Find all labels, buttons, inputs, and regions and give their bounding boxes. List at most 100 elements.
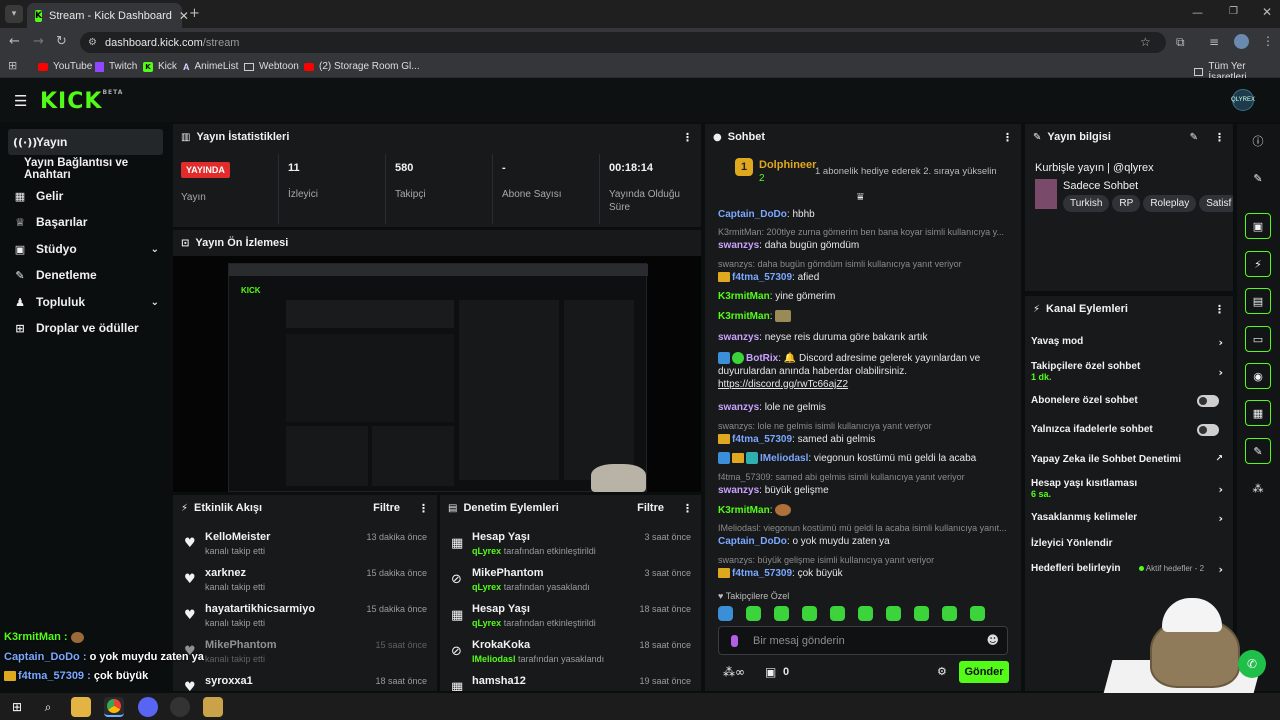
banned-words-row[interactable]: Yasaklanmış kelimeler › — [1031, 512, 1227, 525]
bookmark-twitch[interactable]: Twitch — [95, 61, 137, 72]
discord-icon[interactable] — [138, 697, 158, 717]
sidebar-item-basarilar[interactable]: ♕ Başarılar — [8, 209, 163, 235]
emote-icon[interactable] — [886, 606, 901, 621]
emote-only-toggle[interactable] — [1197, 424, 1219, 436]
chat-user[interactable]: swanzys — [718, 240, 759, 251]
list-item[interactable]: ▦ hamsha12 19 saat önce — [440, 671, 701, 691]
broadcast-icon[interactable]: ◉ — [1245, 363, 1271, 389]
panel-menu-icon[interactable]: ⋮ — [1002, 131, 1013, 144]
list-item[interactable]: ♥ KelloMeister kanalı takip etti 13 dakika … — [173, 527, 437, 563]
viewer-redirect-row[interactable]: İzleyici Yönlendir — [1031, 538, 1227, 549]
windows-start-icon[interactable]: ⊞ — [7, 697, 27, 717]
bookmark-webtoon[interactable]: Webtoon — [244, 61, 299, 72]
edit-icon[interactable]: ✎ — [1190, 132, 1198, 143]
subscribers-chat-row[interactable]: Abonelere özel sohbet — [1031, 395, 1227, 407]
chat-user[interactable]: f4tma_57309 — [732, 434, 792, 445]
emote-icon[interactable] — [746, 606, 761, 621]
search-icon[interactable]: ⌕ — [38, 697, 58, 717]
pinned-user[interactable]: Dolphineer — [759, 159, 816, 171]
browser-tab[interactable]: K Stream - Kick Dashboard ✕ — [27, 3, 189, 28]
chat-icon[interactable]: ▭ — [1245, 326, 1271, 352]
discord-link[interactable]: https://discord.gg/rwTc66ajZ2 — [718, 379, 848, 390]
bookmark-storage-room[interactable]: (2) Storage Room Gl... — [304, 61, 420, 72]
panel-menu-icon[interactable]: ⋮ — [1214, 131, 1225, 144]
chat-user[interactable]: swanzys — [718, 485, 759, 496]
panel-menu-icon[interactable]: ⋮ — [418, 502, 429, 515]
mic-icon[interactable] — [731, 635, 738, 647]
filter-button[interactable]: Filtre — [637, 502, 664, 514]
gift-icon[interactable]: ▣ — [765, 665, 776, 679]
profile-avatar[interactable] — [1234, 34, 1249, 49]
pencil-icon[interactable]: ✎ — [1245, 165, 1271, 191]
back-icon[interactable]: ← — [9, 34, 20, 49]
send-button[interactable]: Gönder — [959, 661, 1009, 683]
tab-search-icon[interactable]: ▾ — [5, 5, 23, 23]
league-icon[interactable] — [203, 697, 223, 717]
user-avatar[interactable]: QLYREX — [1231, 89, 1255, 111]
url-field[interactable]: ⚙ dashboard.kick.com/stream ☆ — [80, 32, 1166, 53]
minimize-icon[interactable]: — — [1192, 6, 1203, 19]
sidebar-item-gelir[interactable]: ▦ Gelir — [8, 183, 163, 209]
bookmark-youtube[interactable]: YouTube — [38, 61, 92, 72]
chat-input[interactable]: Bir mesaj gönderin ☻ — [718, 626, 1008, 655]
sidebar-item-droplar[interactable]: ⊞ Droplar ve ödüller — [8, 315, 163, 341]
ai-moderation-row[interactable]: Yapay Zeka ile Sohbet Denetimi ↗ — [1031, 454, 1227, 465]
tag-chip[interactable]: Turkish — [1063, 195, 1110, 212]
forward-icon[interactable]: → — [33, 34, 44, 49]
chat-user[interactable]: Captain_DoDo — [718, 209, 787, 220]
settings-gear-icon[interactable]: ⚙ — [937, 665, 947, 678]
new-tab-icon[interactable]: + — [189, 6, 200, 21]
emote-only-row[interactable]: Yalnızca ifadelerle sohbet — [1031, 424, 1227, 436]
emote-icon[interactable] — [802, 606, 817, 621]
emoji-icon[interactable]: ☻ — [986, 633, 999, 647]
chat-user[interactable]: K3rmitMan — [718, 291, 770, 302]
chat-user[interactable]: f4tma_57309 — [732, 568, 792, 579]
obs-icon[interactable] — [170, 697, 190, 717]
hamburger-menu-icon[interactable]: ☰ — [14, 92, 27, 110]
category-thumbnail[interactable] — [1035, 179, 1057, 209]
sidebar-item-studyo[interactable]: ▣ Stüdyo ⌄ — [8, 236, 163, 262]
document-icon[interactable]: ▤ — [1245, 288, 1271, 314]
panel-menu-icon[interactable]: ⋮ — [1214, 303, 1225, 316]
tag-chip[interactable]: Satisf — [1199, 195, 1233, 212]
emote-icon[interactable] — [970, 606, 985, 621]
clip-icon[interactable]: ▣ — [1245, 213, 1271, 239]
sidebar-item-denetleme[interactable]: ✎ Denetleme — [8, 262, 163, 288]
reload-icon[interactable]: ↻ — [56, 34, 67, 49]
media-icon[interactable]: ≡ — [1209, 35, 1219, 49]
preview-video[interactable]: KICK — [228, 263, 648, 492]
file-explorer-icon[interactable] — [71, 697, 91, 717]
info-icon[interactable]: ⓘ — [1245, 128, 1271, 154]
window-close-icon[interactable]: ✕ — [1262, 5, 1272, 19]
chrome-icon[interactable] — [104, 697, 124, 717]
community-icon[interactable]: ⁂ — [1245, 475, 1271, 501]
panel-menu-icon[interactable]: ⋮ — [682, 131, 693, 144]
list-item[interactable]: ♥ hayatartikhicsarmiyo kanalı takip etti 15… — [173, 599, 437, 635]
list-item[interactable]: ▦ Hesap Yaşı qLyrex tarafından etkinleştir… — [440, 599, 701, 635]
list-item[interactable]: ⊘ MikePhantom qLyrex tarafından yasaklandı… — [440, 563, 701, 599]
list-item[interactable]: ⊘ KrokaKoka IMeliodasl tarafından yasaklan… — [440, 635, 701, 671]
sidebar-item-topluluk[interactable]: ♟ Topluluk ⌄ — [8, 289, 163, 315]
moderation-icon[interactable]: ▦ — [1245, 400, 1271, 426]
category-name[interactable]: Sadece Sohbet — [1063, 180, 1138, 192]
bookmark-kick[interactable]: K Kick — [143, 61, 177, 72]
slow-mode-row[interactable]: Yavaş mod › — [1031, 336, 1227, 349]
list-item[interactable]: ♥ syroxxa1 18 saat önce — [173, 671, 437, 691]
points-icon[interactable]: ⁂∞ — [723, 665, 745, 679]
tab-close-icon[interactable]: ✕ — [179, 9, 189, 23]
bolt-icon[interactable]: ⚡ — [1245, 251, 1271, 277]
sidebar-item-stream-key[interactable]: Yayın Bağlantısı ve Anahtarı — [8, 156, 168, 182]
tag-chip[interactable]: Roleplay — [1143, 195, 1197, 212]
chat-user[interactable]: IMeliodasl — [760, 453, 808, 464]
chat-user[interactable]: swanzys — [718, 402, 759, 413]
chat-user[interactable]: swanzys — [718, 332, 759, 343]
chat-user[interactable]: Captain_DoDo — [718, 536, 787, 547]
panel-menu-icon[interactable]: ⋮ — [682, 502, 693, 515]
subscribers-chat-toggle[interactable] — [1197, 395, 1219, 407]
account-age-row[interactable]: Hesap yaşı kısıtlaması 6 sa. › — [1031, 478, 1227, 499]
restore-icon[interactable]: ❐ — [1229, 6, 1238, 17]
emote-icon[interactable] — [718, 606, 733, 621]
emote-icon[interactable] — [942, 606, 957, 621]
sidebar-item-yayin[interactable]: ((·)) Yayın — [8, 129, 163, 155]
emote-icon[interactable] — [774, 606, 789, 621]
